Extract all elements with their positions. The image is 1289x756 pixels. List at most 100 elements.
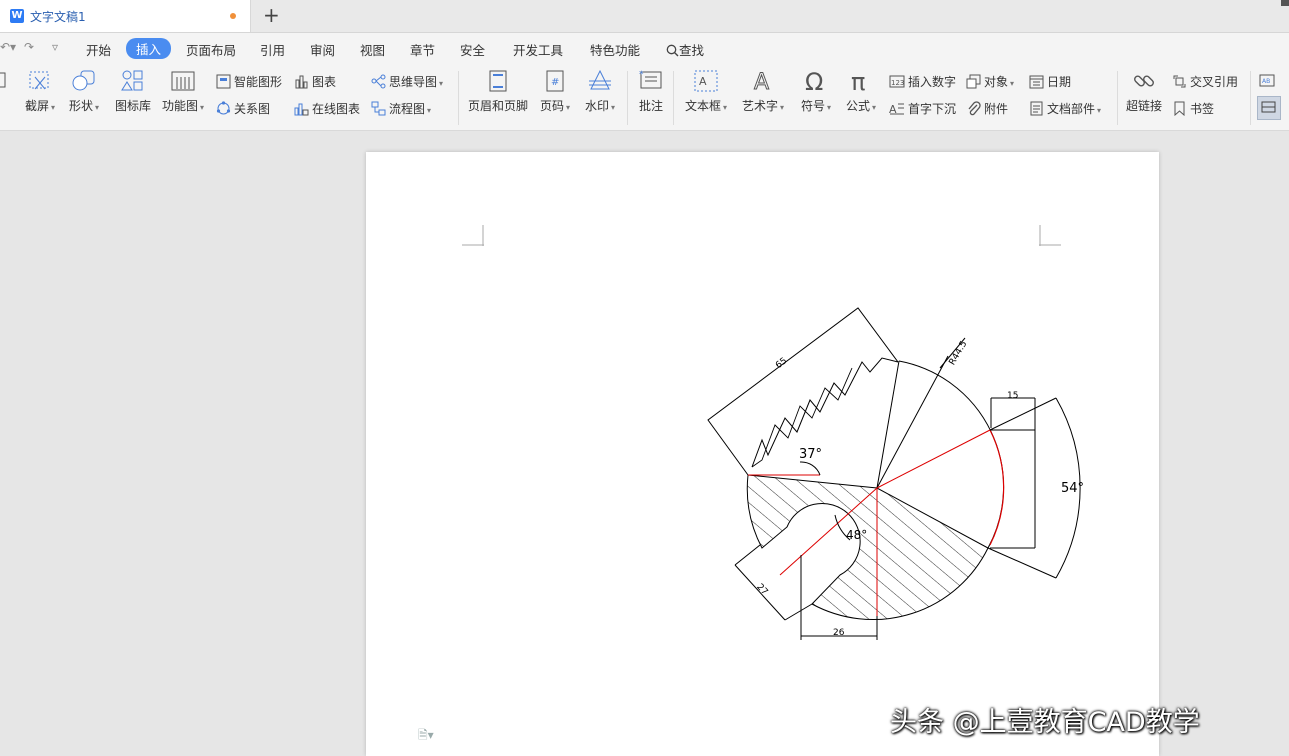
text-box-icon: A bbox=[694, 70, 718, 92]
doc-parts-button[interactable]: 文档部件 ▾ bbox=[1029, 100, 1101, 117]
svg-text:Ω: Ω bbox=[805, 69, 823, 93]
picture-icon bbox=[0, 72, 6, 88]
header-footer-label: 页眉和页脚 bbox=[467, 99, 528, 113]
menu-section[interactable]: 章节 bbox=[410, 40, 435, 59]
customize-quick-access-icon[interactable]: ▿ bbox=[52, 40, 58, 54]
pi-icon: π bbox=[851, 69, 865, 93]
svg-text:*: * bbox=[639, 70, 644, 80]
word-art-button[interactable]: A 艺术字 ▾ bbox=[738, 69, 788, 114]
menu-references[interactable]: 引用 bbox=[260, 40, 285, 59]
smart-art-button[interactable]: 智能图形 bbox=[216, 73, 282, 90]
insert-number-icon: 123 bbox=[889, 75, 905, 88]
menu-insert[interactable]: 插入 bbox=[126, 38, 172, 59]
svg-text:π: π bbox=[851, 69, 865, 93]
page-number-icon: # bbox=[546, 70, 564, 92]
bookmark-button[interactable]: 书签 bbox=[1172, 100, 1214, 117]
dimension-48-degree: 48° bbox=[846, 528, 867, 542]
svg-text:A: A bbox=[699, 75, 707, 88]
cad-drawing: 65 R44.5 15 54° 37° 48° 27 26 bbox=[707, 307, 1084, 640]
window-corner bbox=[1281, 0, 1289, 6]
date-button[interactable]: 日期 bbox=[1029, 73, 1071, 90]
menu-review[interactable]: 审阅 bbox=[310, 40, 335, 59]
menu-view[interactable]: 视图 bbox=[360, 40, 385, 59]
word-art-icon: A bbox=[754, 70, 770, 94]
search-button[interactable]: 查找 bbox=[666, 40, 704, 59]
bookmark-label: 书签 bbox=[1190, 102, 1215, 116]
menu-home[interactable]: 开始 bbox=[86, 40, 111, 59]
cross-reference-icon bbox=[1173, 75, 1186, 88]
attachment-button[interactable]: 附件 bbox=[966, 100, 1008, 117]
redo-icon[interactable]: ↷ bbox=[24, 40, 34, 54]
form-field-icon: AB bbox=[1259, 74, 1275, 87]
smart-art-icon bbox=[216, 74, 231, 89]
text-box-label: 文本框 bbox=[684, 99, 721, 113]
function-chart-label: 功能图 bbox=[161, 99, 198, 113]
object-button[interactable]: 对象 ▾ bbox=[966, 73, 1014, 90]
text-box-button[interactable]: A 文本框 ▾ bbox=[681, 69, 731, 114]
chart-label: 图表 bbox=[312, 75, 337, 89]
menu-security[interactable]: 安全 bbox=[460, 40, 485, 59]
undo-icon[interactable]: ↶▾ bbox=[0, 40, 16, 54]
relation-chart-button[interactable]: 关系图 bbox=[216, 100, 270, 117]
bookmark-icon bbox=[1174, 101, 1185, 117]
header-footer-icon bbox=[489, 70, 507, 92]
mind-map-icon bbox=[371, 74, 386, 89]
page-number-button[interactable]: # 页码 ▾ bbox=[537, 69, 573, 114]
chart-icon bbox=[295, 75, 308, 89]
doc-parts-label: 文档部件 bbox=[1047, 102, 1096, 116]
attachment-label: 附件 bbox=[984, 102, 1009, 116]
screenshot-button[interactable]: 截屏 ▾ bbox=[22, 69, 58, 114]
shape-label: 形状 bbox=[68, 99, 93, 113]
comment-icon: * bbox=[639, 70, 662, 89]
mind-map-button[interactable]: 思维导图 ▾ bbox=[371, 73, 443, 90]
document-tab[interactable]: W 文字文稿1 bbox=[0, 0, 251, 32]
watermark-icon bbox=[589, 69, 611, 90]
online-chart-label: 在线图表 bbox=[312, 102, 361, 116]
margin-corner-top-left bbox=[462, 225, 484, 246]
hyperlink-button[interactable]: 超链接 bbox=[1124, 69, 1164, 114]
link-icon bbox=[1134, 75, 1154, 87]
ribbon-separator bbox=[627, 71, 628, 125]
margin-corner-top-right bbox=[1039, 225, 1061, 246]
comment-button[interactable]: * 批注 bbox=[634, 69, 668, 114]
object-label: 对象 bbox=[984, 75, 1009, 89]
search-icon bbox=[666, 44, 679, 57]
ribbon-separator bbox=[458, 71, 459, 125]
menu-page-layout[interactable]: 页面布局 bbox=[186, 40, 236, 59]
symbol-button[interactable]: Ω 符号 ▾ bbox=[797, 69, 835, 114]
flowchart-button[interactable]: 流程图 ▾ bbox=[371, 100, 431, 117]
ribbon-separator bbox=[1250, 71, 1251, 125]
drop-cap-button[interactable]: A 首字下沉 bbox=[889, 100, 956, 117]
comment-label: 批注 bbox=[638, 99, 663, 113]
document-tab-title: 文字文稿1 bbox=[30, 10, 86, 24]
cross-reference-label: 交叉引用 bbox=[1190, 75, 1239, 89]
cross-reference-button[interactable]: 交叉引用 bbox=[1172, 73, 1238, 90]
page-options-icon[interactable]: 🗎▾ bbox=[418, 726, 434, 747]
text-field-button[interactable]: AB bbox=[1259, 73, 1282, 88]
omega-icon: Ω bbox=[805, 69, 823, 93]
watermark-button[interactable]: 水印 ▾ bbox=[582, 69, 618, 114]
icon-library-button[interactable]: 图标库 bbox=[113, 69, 153, 114]
menu-special[interactable]: 特色功能 bbox=[590, 40, 640, 59]
drop-cap-icon: A bbox=[889, 103, 904, 116]
dimension-radius: R44.5 bbox=[948, 339, 970, 367]
chart-button[interactable]: 图表 bbox=[294, 73, 336, 90]
window-frame-button[interactable] bbox=[1257, 96, 1281, 120]
svg-text:AB: AB bbox=[1262, 78, 1270, 85]
ribbon-separator bbox=[673, 71, 674, 125]
online-chart-button[interactable]: 在线图表 bbox=[294, 100, 360, 117]
new-tab-button[interactable]: + bbox=[263, 4, 280, 26]
header-footer-button[interactable]: 页眉和页脚 bbox=[466, 69, 530, 114]
object-icon bbox=[966, 74, 981, 89]
dimension-54-degree: 54° bbox=[1061, 481, 1084, 496]
picture-button[interactable] bbox=[0, 69, 8, 95]
menu-developer[interactable]: 开发工具 bbox=[513, 40, 563, 59]
function-chart-button[interactable]: 功能图 ▾ bbox=[160, 69, 206, 114]
mind-map-label: 思维导图 bbox=[389, 75, 438, 89]
insert-number-button[interactable]: 123 插入数字 bbox=[889, 73, 956, 90]
relation-chart-label: 关系图 bbox=[234, 102, 271, 116]
writer-doc-icon: W bbox=[10, 9, 24, 23]
shape-button[interactable]: 形状 ▾ bbox=[66, 69, 102, 114]
formula-button[interactable]: π 公式 ▾ bbox=[842, 69, 880, 114]
doc-parts-icon bbox=[1030, 101, 1043, 116]
